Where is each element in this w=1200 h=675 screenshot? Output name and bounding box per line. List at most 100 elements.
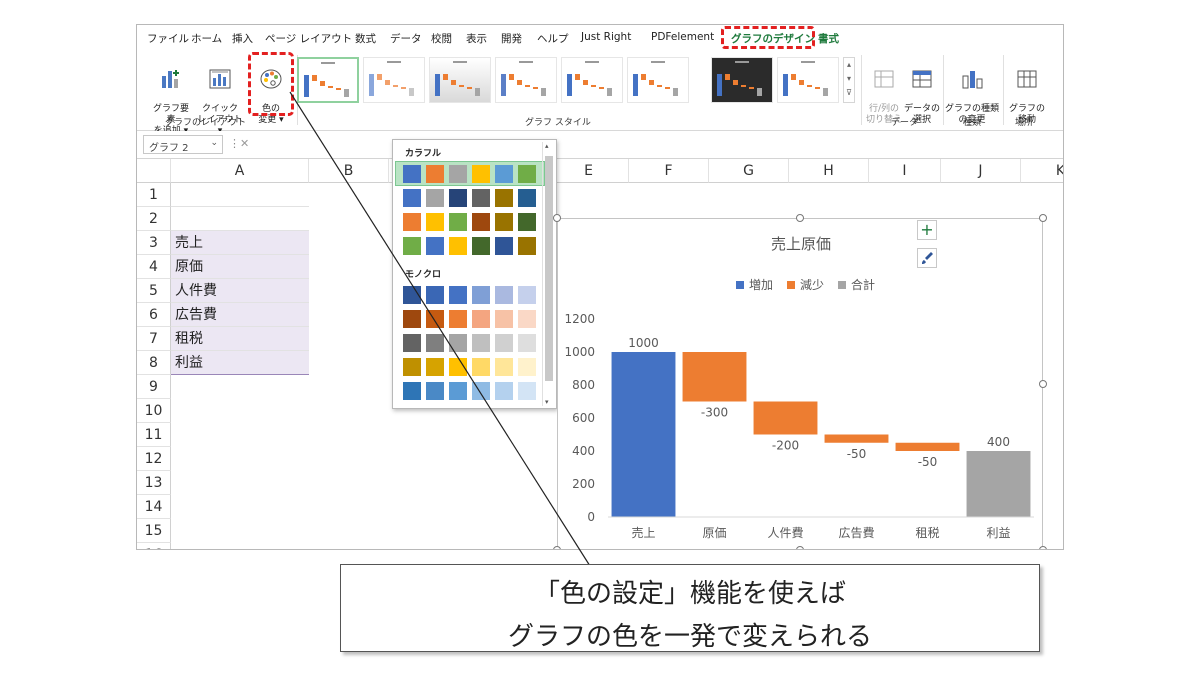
cell-a5[interactable]: 人件費 xyxy=(171,279,309,303)
cell-a7[interactable]: 租税 xyxy=(171,327,309,351)
resize-handle-ne[interactable] xyxy=(1039,214,1047,222)
cancel-icon[interactable]: ✕ xyxy=(240,137,249,150)
tab-pdfelement[interactable]: PDFelement xyxy=(651,31,714,43)
color-swatch[interactable] xyxy=(472,358,490,376)
tab-formulas[interactable]: 数式 xyxy=(355,31,376,46)
color-swatch[interactable] xyxy=(403,310,421,328)
color-swatch[interactable] xyxy=(472,165,490,183)
color-swatch[interactable] xyxy=(426,165,444,183)
color-swatch[interactable] xyxy=(472,382,490,400)
row-header[interactable]: 2 xyxy=(137,207,171,231)
styles-scroll-icon[interactable]: ▴ ▾ ⊽ xyxy=(843,57,855,103)
column-header[interactable]: B xyxy=(309,159,389,183)
color-swatch[interactable] xyxy=(495,334,513,352)
color-swatch[interactable] xyxy=(518,310,536,328)
resize-handle-s[interactable] xyxy=(796,546,804,549)
color-swatch[interactable] xyxy=(449,358,467,376)
color-swatch[interactable] xyxy=(449,165,467,183)
color-swatch[interactable] xyxy=(518,334,536,352)
tab-insert[interactable]: 挿入 xyxy=(232,31,253,46)
row-header[interactable]: 15 xyxy=(137,519,171,543)
color-swatch[interactable] xyxy=(449,334,467,352)
color-swatch[interactable] xyxy=(426,213,444,231)
chart-style-thumb-6[interactable] xyxy=(627,57,689,103)
row-header[interactable]: 4 xyxy=(137,255,171,279)
color-swatch[interactable] xyxy=(449,382,467,400)
column-header[interactable]: J xyxy=(941,159,1021,183)
row-header[interactable]: 12 xyxy=(137,447,171,471)
row-header[interactable]: 11 xyxy=(137,423,171,447)
column-header[interactable]: I xyxy=(869,159,941,183)
color-swatch[interactable] xyxy=(472,189,490,207)
color-swatch[interactable] xyxy=(495,237,513,255)
row-header[interactable]: 8 xyxy=(137,351,171,375)
cell-a8[interactable]: 利益 xyxy=(171,351,309,375)
cell-a1[interactable] xyxy=(171,183,309,207)
name-box[interactable]: グラフ 2 ⌄ xyxy=(143,135,223,154)
color-swatch[interactable] xyxy=(495,165,513,183)
color-swatch[interactable] xyxy=(403,334,421,352)
tab-file[interactable]: ファイル xyxy=(147,31,189,46)
color-swatch[interactable] xyxy=(472,334,490,352)
color-swatch[interactable] xyxy=(518,358,536,376)
chevron-down-icon[interactable]: ⌄ xyxy=(210,138,218,148)
color-swatch[interactable] xyxy=(449,310,467,328)
chart-style-thumb-5[interactable] xyxy=(561,57,623,103)
color-swatch[interactable] xyxy=(403,382,421,400)
row-header[interactable]: 6 xyxy=(137,303,171,327)
chart-legend[interactable]: 増加 減少 合計 xyxy=(736,277,875,292)
select-all-corner[interactable] xyxy=(137,159,171,183)
color-swatch[interactable] xyxy=(518,382,536,400)
column-header[interactable]: G xyxy=(709,159,789,183)
more-options-icon[interactable]: ⋮ xyxy=(229,137,240,150)
color-swatch[interactable] xyxy=(426,358,444,376)
color-swatch[interactable] xyxy=(426,382,444,400)
tab-format[interactable]: 書式 xyxy=(818,31,839,46)
scroll-up-icon[interactable]: ▴ xyxy=(545,142,549,150)
color-swatch[interactable] xyxy=(403,358,421,376)
chart-style-thumb-4[interactable] xyxy=(495,57,557,103)
column-header[interactable]: K xyxy=(1021,159,1063,183)
chart-style-thumb-8[interactable] xyxy=(777,57,839,103)
tab-page-layout[interactable]: ページ レイアウト xyxy=(265,31,352,46)
color-swatch[interactable] xyxy=(426,189,444,207)
tab-home[interactable]: ホーム xyxy=(191,31,222,46)
chart-style-thumb-2[interactable] xyxy=(363,57,425,103)
row-header[interactable]: 5 xyxy=(137,279,171,303)
x-axis[interactable]: 売上 原価 人件費 広告費 租税 利益 xyxy=(608,516,1034,540)
column-header[interactable]: H xyxy=(789,159,869,183)
column-header[interactable]: A xyxy=(171,159,309,183)
tab-just-right[interactable]: Just Right xyxy=(581,31,631,43)
color-swatch[interactable] xyxy=(472,286,490,304)
color-swatch[interactable] xyxy=(472,213,490,231)
color-swatch[interactable] xyxy=(472,237,490,255)
chart-style-thumb-7[interactable] xyxy=(711,57,773,103)
chart-styles-brush-icon[interactable] xyxy=(917,248,937,268)
resize-handle-nw[interactable] xyxy=(553,214,561,222)
color-swatch[interactable] xyxy=(518,189,536,207)
color-swatch[interactable] xyxy=(403,237,421,255)
row-header[interactable]: 7 xyxy=(137,327,171,351)
row-header[interactable]: 1 xyxy=(137,183,171,207)
color-swatch[interactable] xyxy=(518,213,536,231)
color-swatch[interactable] xyxy=(403,286,421,304)
color-swatch[interactable] xyxy=(449,286,467,304)
color-swatch[interactable] xyxy=(403,165,421,183)
color-swatch[interactable] xyxy=(495,382,513,400)
color-swatch[interactable] xyxy=(495,189,513,207)
scrollbar-thumb[interactable] xyxy=(545,156,553,381)
color-swatch[interactable] xyxy=(495,286,513,304)
color-swatch[interactable] xyxy=(472,310,490,328)
y-axis[interactable]: 0 200 400 600 800 1000 1200 xyxy=(564,312,595,524)
resize-handle-sw[interactable] xyxy=(553,546,561,549)
tab-review[interactable]: 校閲 xyxy=(431,31,452,46)
color-swatch[interactable] xyxy=(518,165,536,183)
column-header[interactable]: E xyxy=(549,159,629,183)
tab-help[interactable]: ヘルプ xyxy=(537,31,569,46)
chart-elements-plus-icon[interactable]: + xyxy=(917,220,937,240)
scroll-down-icon[interactable]: ▾ xyxy=(545,398,549,406)
color-swatch[interactable] xyxy=(495,358,513,376)
chart-style-thumb-1[interactable] xyxy=(297,57,359,103)
color-swatch[interactable] xyxy=(426,334,444,352)
color-swatch[interactable] xyxy=(426,286,444,304)
